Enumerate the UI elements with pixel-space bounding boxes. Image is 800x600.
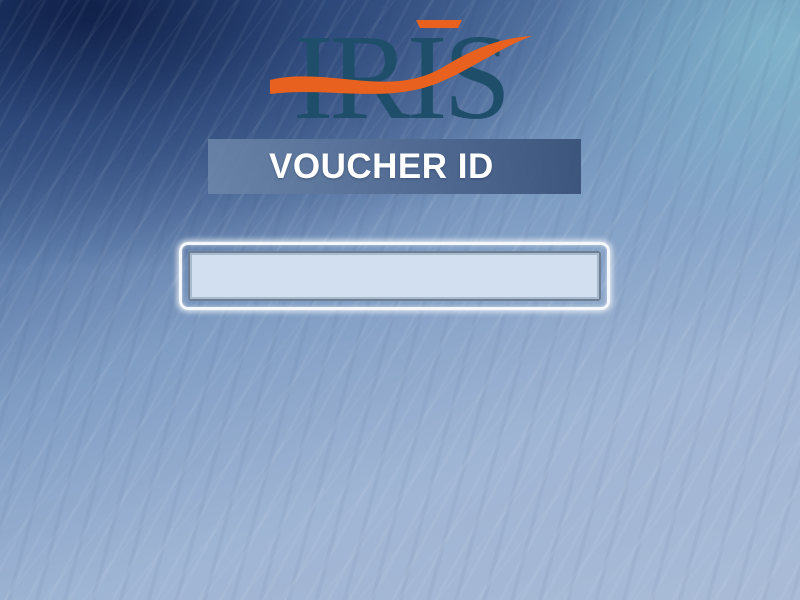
logo-accent-icon (416, 20, 462, 28)
voucher-id-input[interactable] (188, 251, 601, 301)
iris-logo-icon: IRIS (270, 10, 532, 145)
logo-text: IRIS (293, 10, 507, 132)
page-title: VOUCHER ID (269, 146, 494, 186)
voucher-input-frame (179, 242, 610, 310)
title-banner: VOUCHER ID (208, 139, 581, 194)
iris-logo: IRIS (240, 8, 560, 145)
